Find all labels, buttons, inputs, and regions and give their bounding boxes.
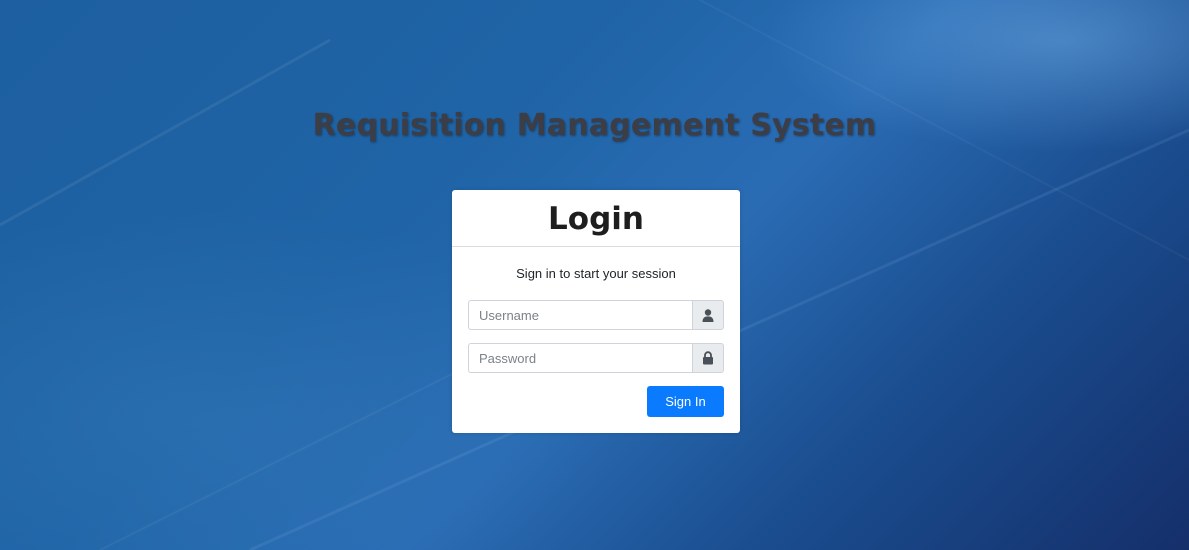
password-input[interactable]	[468, 343, 692, 373]
user-icon	[692, 300, 724, 330]
login-card-body: Sign in to start your session Sign In	[452, 247, 740, 417]
login-card: Login Sign in to start your session User…	[452, 190, 740, 433]
password-input-group	[468, 343, 724, 373]
app-title: Requisition Management System	[312, 108, 877, 143]
lock-icon	[692, 343, 724, 373]
username-input-group	[468, 300, 724, 330]
login-actions: Sign In	[468, 386, 724, 417]
login-message: Sign in to start your session	[516, 266, 676, 281]
username-input[interactable]	[468, 300, 692, 330]
login-title: Login	[548, 201, 644, 237]
login-card-header: Login	[452, 190, 740, 247]
sign-in-button[interactable]: Sign In	[647, 386, 724, 417]
